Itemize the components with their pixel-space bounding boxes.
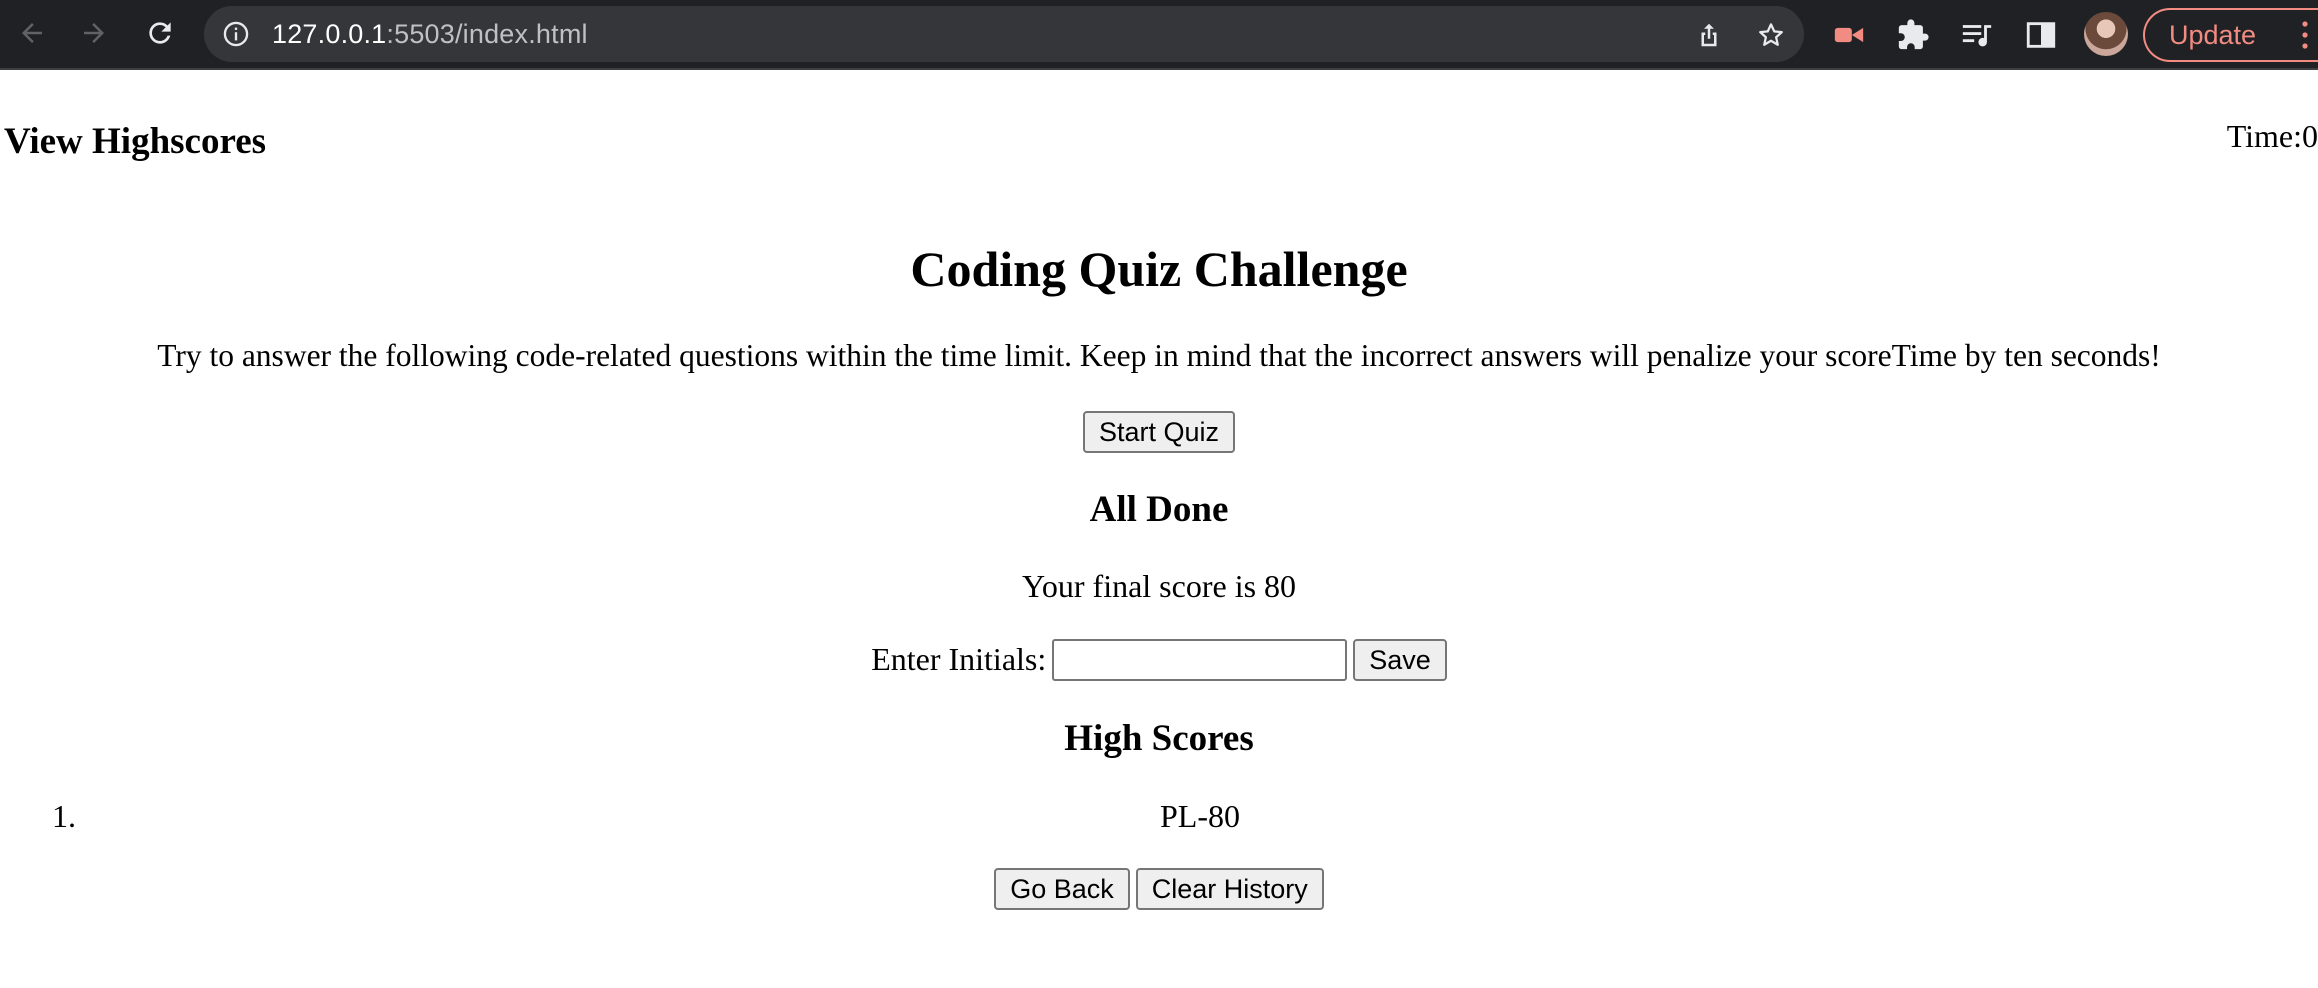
intro-text: Try to answer the following code-related…	[157, 338, 2161, 373]
more-menu-icon[interactable]	[2302, 20, 2308, 50]
side-panel-icon[interactable]	[2024, 18, 2058, 52]
initials-label: Enter Initials:	[871, 641, 1047, 678]
arrow-right-icon	[84, 23, 104, 43]
go-back-button[interactable]: Go Back	[994, 868, 1130, 910]
extensions-puzzle-icon[interactable]	[1896, 18, 1930, 52]
forward-button[interactable]	[74, 13, 114, 53]
url-path: :5503/index.html	[386, 19, 588, 49]
reading-list-icon[interactable]	[1960, 18, 1994, 52]
high-scores-heading: High Scores	[1064, 718, 1254, 759]
list-item-score: PL-80	[1160, 798, 1240, 834]
update-button[interactable]: Update	[2143, 8, 2318, 62]
share-icon[interactable]	[1694, 20, 1724, 50]
reload-button[interactable]	[140, 13, 180, 53]
screen-recorder-extension-icon[interactable]	[1832, 18, 1866, 52]
highscore-actions: Go Back Clear History	[0, 868, 2318, 910]
reload-icon	[149, 22, 171, 44]
list-item: 1. PL-80	[0, 798, 2318, 838]
update-label: Update	[2169, 20, 2257, 50]
view-highscores-link[interactable]: View Highscores	[4, 120, 266, 163]
url-text: 127.0.0.1:5503/index.html	[272, 19, 588, 50]
info-icon[interactable]	[222, 20, 250, 48]
page-title: Coding Quiz Challenge	[910, 241, 1408, 297]
browser-toolbar: 127.0.0.1:5503/index.html Update	[0, 0, 2318, 70]
start-quiz-button[interactable]: Start Quiz	[1082, 411, 1236, 453]
all-done-heading: All Done	[1089, 489, 1229, 530]
start-row: Start Quiz	[0, 411, 2318, 453]
high-scores-list: 1. PL-80	[0, 798, 2318, 838]
initials-form: Enter Initials: Save	[0, 638, 2318, 681]
clear-history-button[interactable]: Clear History	[1135, 868, 1324, 910]
address-bar[interactable]: 127.0.0.1:5503/index.html	[204, 6, 1804, 62]
arrow-left-icon	[22, 23, 42, 43]
profile-avatar[interactable]	[2084, 12, 2128, 56]
back-button[interactable]	[12, 13, 52, 53]
url-host: 127.0.0.1	[272, 19, 387, 49]
final-score-text: Your final score is 80	[1021, 568, 1297, 604]
initials-input[interactable]	[1052, 638, 1348, 681]
save-button[interactable]: Save	[1353, 638, 1447, 681]
timer: Time:0	[2226, 118, 2318, 154]
bookmark-star-icon[interactable]	[1756, 20, 1786, 50]
